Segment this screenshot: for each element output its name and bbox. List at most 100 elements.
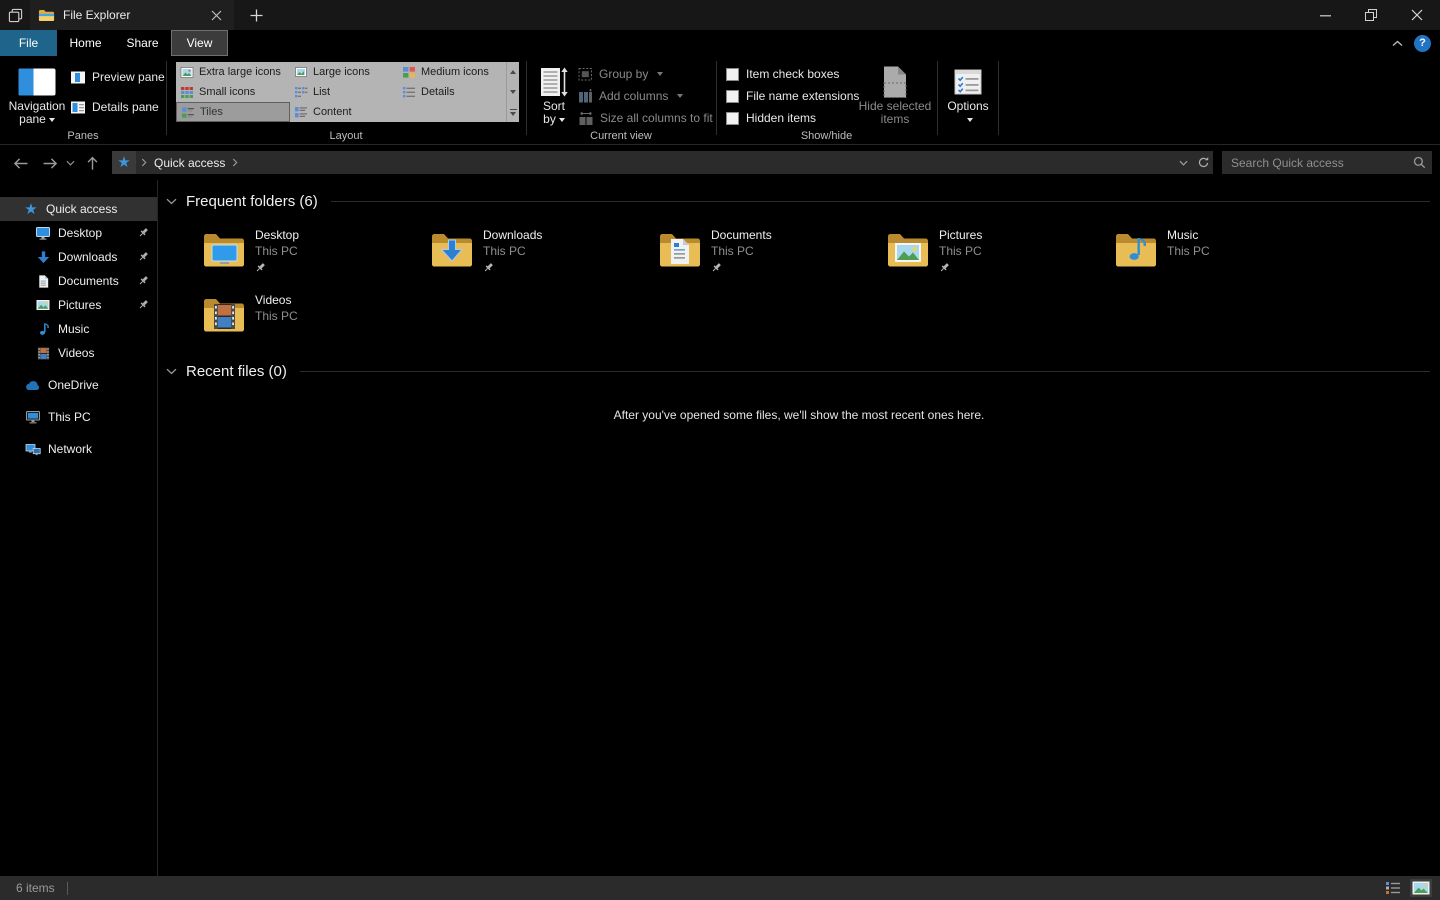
folder-tile-music[interactable]: Music This PC	[1112, 224, 1340, 286]
refresh-icon[interactable]	[1193, 151, 1213, 174]
group-by-button[interactable]: Group by	[578, 64, 664, 84]
pin-icon	[138, 299, 149, 310]
recent-files-empty-message: After you've opened some files, we'll sh…	[613, 408, 985, 422]
titlebar: File Explorer	[0, 0, 1440, 30]
layout-small-icons[interactable]: Small icons	[176, 82, 290, 102]
folder-tile-downloads[interactable]: Downloads This PC	[428, 224, 656, 286]
collapse-ribbon-icon[interactable]	[1392, 40, 1403, 47]
file-name-extensions-label: File name extensions	[746, 89, 860, 103]
forward-button[interactable]	[38, 152, 62, 174]
pin-icon	[939, 262, 982, 273]
tab-view[interactable]: View	[171, 30, 228, 56]
status-divider	[66, 881, 68, 895]
folder-tile-desktop[interactable]: Desktop This PC	[200, 224, 428, 286]
layout-group-label: Layout	[329, 130, 363, 142]
size-all-columns-button[interactable]: Size all columns to fit	[578, 108, 713, 128]
sidebar-item-label: Videos	[58, 346, 95, 360]
folder-tile-videos[interactable]: Videos This PC	[200, 289, 428, 351]
add-columns-button[interactable]: Add columns	[578, 86, 684, 106]
gallery-more-button[interactable]	[507, 102, 519, 122]
address-dropdown-chevron-icon[interactable]	[1173, 151, 1193, 174]
videos-icon	[34, 346, 52, 361]
details-pane-button[interactable]: Details pane	[70, 97, 159, 117]
folder-location: This PC	[939, 244, 982, 258]
tab-share[interactable]: Share	[114, 30, 171, 56]
add-columns-label: Add columns	[599, 89, 669, 103]
layout-medium-icons[interactable]: Medium icons	[398, 62, 506, 82]
layout-details[interactable]: Details	[398, 82, 506, 102]
status-bar: 6 items	[0, 876, 1440, 900]
checkbox-icon[interactable]	[726, 67, 739, 81]
sidebar-item-videos[interactable]: Videos	[0, 341, 157, 365]
layout-item-label: Details	[421, 86, 455, 98]
large-icons-view-toggle-icon[interactable]	[1410, 879, 1432, 897]
folder-tile-pictures[interactable]: Pictures This PC	[884, 224, 1112, 286]
layout-list[interactable]: List	[290, 82, 398, 102]
address-bar[interactable]: ★ Quick access	[112, 151, 1213, 174]
sidebar-item-downloads[interactable]: Downloads	[0, 245, 157, 269]
search-box[interactable]	[1222, 151, 1432, 174]
sidebar-item-onedrive[interactable]: OneDrive	[0, 373, 157, 397]
collapse-chevron-icon[interactable]	[166, 198, 177, 205]
header-rule	[299, 370, 1430, 372]
search-icon[interactable]	[1406, 156, 1432, 169]
hidden-items-checkbox[interactable]: Hidden items	[726, 108, 816, 128]
search-input[interactable]	[1222, 155, 1406, 170]
options-button[interactable]: Options	[940, 59, 996, 143]
recent-locations-chevron-icon[interactable]	[62, 152, 78, 174]
sidebar-item-label: Music	[58, 322, 90, 336]
sidebar-item-network[interactable]: Network	[0, 437, 157, 461]
sidebar-item-label: Documents	[58, 274, 119, 288]
network-icon	[24, 442, 42, 457]
back-button[interactable]	[8, 152, 32, 174]
layout-item-label: Medium icons	[421, 66, 489, 78]
close-tab-icon[interactable]	[206, 5, 226, 25]
item-check-boxes-checkbox[interactable]: Item check boxes	[726, 64, 839, 84]
pin-icon	[138, 227, 149, 238]
up-button[interactable]	[80, 152, 104, 174]
sidebar-item-quick-access[interactable]: ★ Quick access	[0, 197, 157, 221]
explorer-tab[interactable]: File Explorer	[30, 0, 234, 30]
ribbon-view: Navigation pane Preview pane Details pan…	[0, 56, 1440, 145]
gallery-scroll-down[interactable]	[507, 82, 519, 102]
close-window-button[interactable]	[1394, 0, 1440, 30]
breadcrumb-quick-access[interactable]: Quick access	[152, 156, 227, 170]
sort-by-label-2: by	[543, 112, 556, 126]
collapse-chevron-icon[interactable]	[166, 368, 177, 375]
folder-location: This PC	[1167, 244, 1210, 258]
details-view-toggle-icon[interactable]	[1382, 879, 1404, 897]
sidebar-item-music[interactable]: Music	[0, 317, 157, 341]
minimize-button[interactable]	[1302, 0, 1348, 30]
preview-pane-icon	[70, 70, 86, 85]
group-separator	[716, 61, 717, 135]
layout-item-label: Tiles	[200, 106, 223, 118]
file-name-extensions-checkbox[interactable]: File name extensions	[726, 86, 859, 106]
tab-home[interactable]: Home	[57, 30, 114, 56]
folder-documents-icon	[660, 234, 700, 267]
layout-tiles-selected[interactable]: Tiles	[176, 102, 290, 122]
gallery-scroll-up[interactable]	[507, 62, 519, 82]
show-hide-group-label: Show/hide	[800, 130, 853, 142]
folder-tile-documents[interactable]: Documents This PC	[656, 224, 884, 286]
pin-icon	[138, 251, 149, 262]
preview-pane-button[interactable]: Preview pane	[70, 67, 165, 87]
dropdown-arrow-icon	[558, 117, 565, 122]
sidebar-item-this-pc[interactable]: This PC	[0, 405, 157, 429]
checkbox-icon[interactable]	[726, 111, 739, 125]
breadcrumb-chevron-icon[interactable]	[227, 158, 243, 167]
new-tab-button[interactable]	[234, 0, 278, 30]
folder-location: This PC	[255, 244, 298, 258]
sidebar-item-desktop[interactable]: Desktop	[0, 221, 157, 245]
sidebar-item-pictures[interactable]: Pictures	[0, 293, 157, 317]
checkbox-icon[interactable]	[726, 89, 739, 103]
breadcrumb-chevron-icon[interactable]	[136, 158, 152, 167]
sidebar-item-documents[interactable]: Documents	[0, 269, 157, 293]
tab-file[interactable]: File	[0, 30, 57, 56]
layout-large-icons[interactable]: Large icons	[290, 62, 398, 82]
sidebar-item-label: Downloads	[58, 250, 118, 264]
help-icon[interactable]: ?	[1414, 34, 1431, 52]
layout-extra-large-icons[interactable]: Extra large icons	[176, 62, 290, 82]
folder-location: This PC	[711, 244, 754, 258]
layout-content[interactable]: Content	[290, 102, 398, 122]
restore-button[interactable]	[1348, 0, 1394, 30]
